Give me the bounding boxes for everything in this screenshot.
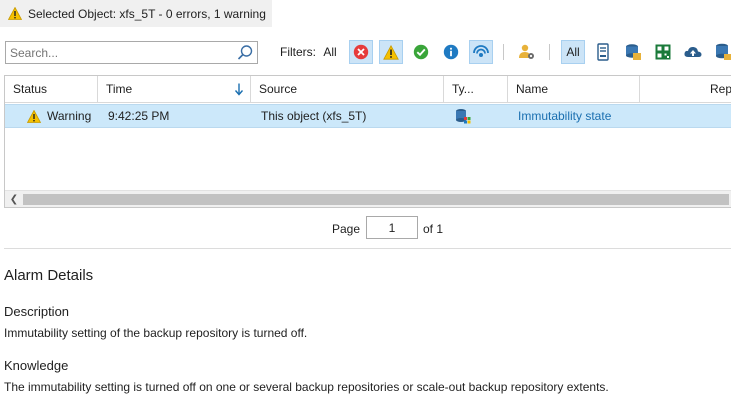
repository-icon bbox=[626, 44, 641, 60]
selected-object-bar: Selected Object: xfs_5T - 0 errors, 1 wa… bbox=[0, 0, 272, 27]
filter-toolbar: Filters: All bbox=[0, 38, 731, 68]
filter-all-type-label: All bbox=[566, 45, 580, 59]
filter-object-button[interactable] bbox=[651, 40, 675, 64]
description-title: Description bbox=[4, 304, 70, 319]
pager: Page of 1 bbox=[0, 216, 731, 241]
grid-header: Status Time Source Ty... Name Rep bbox=[5, 76, 731, 103]
filter-all-type-button[interactable]: All bbox=[561, 40, 585, 64]
success-filter-icon bbox=[413, 44, 429, 60]
repository-type-icon bbox=[456, 109, 471, 124]
column-header-type-label: Ty... bbox=[452, 82, 474, 96]
alarms-grid: Status Time Source Ty... Name Rep Warnin… bbox=[4, 75, 731, 208]
description-body: Immutability setting of the backup repos… bbox=[4, 326, 308, 340]
search-input[interactable] bbox=[6, 42, 231, 63]
column-header-source-label: Source bbox=[259, 82, 298, 96]
row-name: Immutability state bbox=[518, 109, 612, 123]
filter-all-severity-label: All bbox=[323, 45, 337, 59]
column-header-name-label: Name bbox=[516, 82, 549, 96]
row-status: Warning bbox=[47, 109, 92, 123]
warning-filter-icon bbox=[383, 44, 399, 60]
column-header-source[interactable]: Source bbox=[251, 76, 444, 103]
filter-info-button[interactable] bbox=[439, 40, 463, 64]
search-icon[interactable] bbox=[236, 44, 254, 62]
filter-database-button[interactable] bbox=[711, 40, 731, 64]
filter-server-button[interactable] bbox=[591, 40, 615, 64]
column-header-repeat[interactable]: Rep bbox=[640, 76, 731, 103]
server-icon bbox=[597, 43, 609, 61]
filter-user-settings-button[interactable] bbox=[515, 40, 539, 64]
column-header-status-label: Status bbox=[13, 82, 48, 96]
filter-repository-button[interactable] bbox=[621, 40, 645, 64]
filter-warnings-button[interactable] bbox=[379, 40, 403, 64]
cloud-icon bbox=[684, 46, 702, 57]
resolved-filter-icon bbox=[473, 45, 489, 57]
user-settings-icon bbox=[519, 44, 534, 59]
filter-errors-button[interactable] bbox=[349, 40, 373, 64]
page-of-label: of 1 bbox=[423, 222, 444, 236]
scroll-left-icon[interactable]: ❮ bbox=[8, 193, 20, 205]
horizontal-scrollbar[interactable]: ❮ bbox=[5, 190, 731, 207]
column-header-type[interactable]: Ty... bbox=[444, 76, 508, 103]
sort-descending-icon bbox=[234, 83, 244, 96]
error-filter-icon bbox=[353, 44, 369, 60]
column-header-time-label: Time bbox=[106, 82, 133, 96]
warning-status-icon bbox=[27, 110, 41, 123]
qr-object-icon bbox=[655, 44, 671, 60]
selected-object-text: Selected Object: xfs_5T - 0 errors, 1 wa… bbox=[28, 7, 266, 21]
toolbar-separator bbox=[549, 44, 550, 60]
column-header-name[interactable]: Name bbox=[508, 76, 640, 103]
alarm-details-title: Alarm Details bbox=[4, 267, 94, 284]
row-source: This object (xfs_5T) bbox=[261, 109, 367, 123]
row-time: 9:42:25 PM bbox=[108, 109, 170, 123]
database-icon bbox=[716, 43, 731, 60]
page-number-input[interactable] bbox=[366, 216, 418, 239]
info-filter-icon bbox=[443, 44, 459, 60]
filter-all-severity-button[interactable]: All bbox=[318, 40, 342, 64]
column-header-time[interactable]: Time bbox=[98, 76, 251, 103]
knowledge-body: The immutability setting is turned off o… bbox=[4, 380, 609, 394]
table-row[interactable]: Warning 9:42:25 PM This object (xfs_5T) … bbox=[5, 104, 731, 128]
filters-label: Filters: bbox=[280, 45, 316, 59]
column-header-status[interactable]: Status bbox=[5, 76, 98, 103]
scrollbar-thumb[interactable] bbox=[23, 194, 729, 205]
search-box bbox=[5, 41, 258, 64]
filter-success-button[interactable] bbox=[409, 40, 433, 64]
filter-resolved-button[interactable] bbox=[469, 40, 493, 64]
filter-cloud-button[interactable] bbox=[681, 40, 705, 64]
column-header-repeat-label: Rep bbox=[709, 82, 731, 96]
selected-object-prefix: Selected Object: bbox=[28, 6, 117, 21]
selected-object-status: xfs_5T - 0 errors, 1 warning bbox=[119, 6, 266, 21]
knowledge-title: Knowledge bbox=[4, 358, 69, 373]
section-divider bbox=[4, 248, 731, 249]
warning-icon bbox=[8, 7, 22, 20]
toolbar-separator bbox=[503, 44, 504, 60]
page-label: Page bbox=[332, 222, 361, 236]
